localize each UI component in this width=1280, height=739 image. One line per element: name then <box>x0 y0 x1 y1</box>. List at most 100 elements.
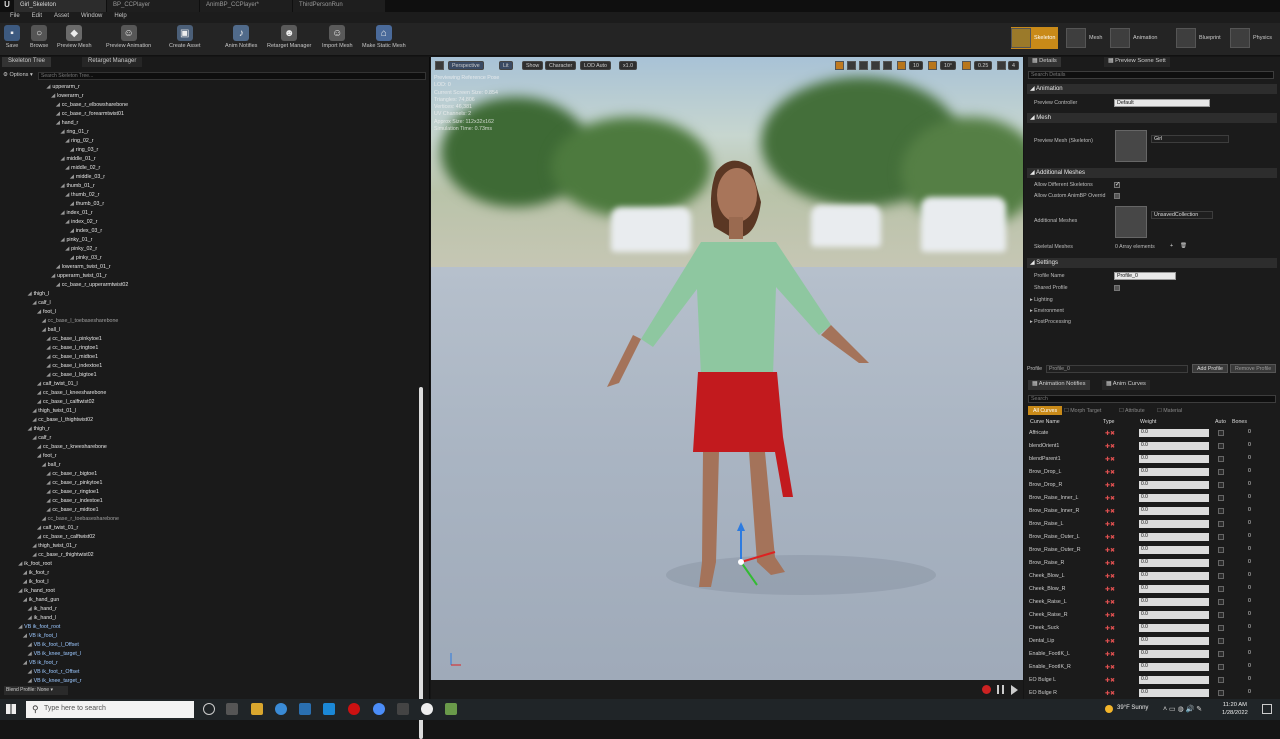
expand-arrow-icon[interactable]: ◢ <box>42 516 46 522</box>
curve-row[interactable]: Enable_FootIK_R ✚✖ 0.0 0 <box>1027 661 1277 674</box>
trash-icon[interactable]: 🗑 <box>1180 243 1187 249</box>
allow-different-skeletons-checkbox[interactable] <box>1114 181 1120 188</box>
bone-row[interactable]: ◢ VB ik_foot_root <box>18 624 60 633</box>
rotation-snap-icon[interactable] <box>928 61 937 70</box>
bone-row[interactable]: ◢ cc_base_r_upperarmtwist02 <box>56 282 129 291</box>
curve-row[interactable]: blendParent1 ✚✖ 0.0 0 <box>1027 453 1277 466</box>
curve-weight-slider[interactable]: 0.0 <box>1139 611 1209 619</box>
curve-weight-slider[interactable]: 0.0 <box>1139 572 1209 580</box>
bone-row[interactable]: ◢ VB ik_knee_target_l <box>28 651 82 660</box>
bone-row[interactable]: ◢ hand_r <box>56 120 79 129</box>
terminal-icon[interactable] <box>397 703 409 715</box>
expand-arrow-icon[interactable]: ◢ <box>46 345 50 351</box>
menu-window[interactable]: Window <box>75 12 108 23</box>
make-static-mesh-button[interactable]: ⌂ Make Static Mesh <box>362 25 406 54</box>
col-auto[interactable]: Auto <box>1215 419 1226 425</box>
additional-meshes-thumbnail[interactable] <box>1115 206 1147 238</box>
filter-material[interactable]: ☐ Material <box>1157 408 1182 414</box>
expand-arrow-icon[interactable]: ◢ <box>32 552 36 558</box>
bone-row[interactable]: ◢ ik_foot_root <box>18 561 52 570</box>
bone-row[interactable]: ◢ pinky_03_r <box>70 255 102 264</box>
weather-sun-icon[interactable] <box>1105 705 1113 713</box>
expand-arrow-icon[interactable]: ◢ <box>28 669 32 675</box>
bone-row[interactable]: ◢ cc_base_r_bigtoe1 <box>46 471 97 480</box>
bone-row[interactable]: ◢ cc_base_l_calftwist02 <box>37 399 95 408</box>
bone-row[interactable]: ◢ VB ik_foot_l <box>23 633 57 642</box>
mode-physics-button[interactable]: Physics <box>1230 27 1272 49</box>
curve-auto-checkbox[interactable] <box>1218 508 1224 514</box>
details-search-input[interactable]: Search Details <box>1028 71 1274 79</box>
bone-row[interactable]: ◢ cc_base_r_midtoe1 <box>46 507 98 516</box>
curve-type-icon[interactable]: ✚✖ <box>1105 534 1115 541</box>
expand-arrow-icon[interactable]: ◢ <box>37 381 41 387</box>
bone-row[interactable]: ◢ cc_base_l_thightwist02 <box>32 417 93 426</box>
tab-bp-ccplayer[interactable]: BP_CCPlayer <box>107 0 199 12</box>
preview-mesh-thumbnail[interactable] <box>1115 130 1147 162</box>
expand-arrow-icon[interactable]: ◢ <box>28 642 32 648</box>
curve-auto-checkbox[interactable] <box>1218 443 1224 449</box>
curve-type-icon[interactable]: ✚✖ <box>1105 521 1115 528</box>
expand-arrow-icon[interactable]: ◢ <box>28 678 32 684</box>
curve-auto-checkbox[interactable] <box>1218 469 1224 475</box>
expand-arrow-icon[interactable]: ◢ <box>46 507 50 513</box>
mode-blueprint-button[interactable]: Blueprint <box>1176 27 1221 49</box>
col-curve-name[interactable]: Curve Name <box>1030 419 1060 425</box>
bone-row[interactable]: ◢ cc_base_l_kneesharebone <box>37 390 106 399</box>
curve-row[interactable]: Cheek_Raise_L ✚✖ 0.0 0 <box>1027 596 1277 609</box>
expand-arrow-icon[interactable]: ◢ <box>65 246 69 252</box>
curve-weight-slider[interactable]: 0.0 <box>1139 455 1209 463</box>
curve-row[interactable]: Cheek_Suck ✚✖ 0.0 0 <box>1027 622 1277 635</box>
mode-skeleton-button[interactable]: Skeleton <box>1011 27 1059 49</box>
remove-profile-button[interactable]: Remove Profile <box>1230 364 1277 373</box>
curve-weight-slider[interactable]: 0.0 <box>1139 429 1209 437</box>
bone-row[interactable]: ◢ ik_hand_gun <box>23 597 59 606</box>
curve-weight-slider[interactable]: 0.0 <box>1139 689 1209 697</box>
blend-profile-dropdown[interactable]: Blend Profile: None ▾ <box>4 686 68 695</box>
mesh-section-header[interactable]: ◢ Mesh <box>1027 113 1277 123</box>
curve-weight-slider[interactable]: 0.0 <box>1139 546 1209 554</box>
grid-snap-icon[interactable] <box>897 61 906 70</box>
curve-type-icon[interactable]: ✚✖ <box>1105 560 1115 567</box>
bone-row[interactable]: ◢ cc_base_r_kneesharebone <box>37 444 107 453</box>
bone-row[interactable]: ◢ middle_03_r <box>70 174 105 183</box>
expand-arrow-icon[interactable]: ◢ <box>42 462 46 468</box>
curve-auto-checkbox[interactable] <box>1218 599 1224 605</box>
expand-arrow-icon[interactable]: ◢ <box>37 399 41 405</box>
curve-row[interactable]: Brow_Raise_L ✚✖ 0.0 0 <box>1027 518 1277 531</box>
curve-row[interactable]: Dental_Lip ✚✖ 0.0 0 <box>1027 635 1277 648</box>
profile-dropdown[interactable]: Profile_0 <box>1046 365 1188 373</box>
world-local-icon[interactable] <box>883 61 892 70</box>
expand-arrow-icon[interactable]: ◢ <box>37 453 41 459</box>
taskbar-clock[interactable]: 11:20 AM 1/28/2022 <box>1222 701 1248 717</box>
curve-type-icon[interactable]: ✚✖ <box>1105 482 1115 489</box>
curve-auto-checkbox[interactable] <box>1218 521 1224 527</box>
filter-morph-target[interactable]: ☐ Morph Target <box>1064 408 1101 414</box>
curve-weight-slider[interactable]: 0.0 <box>1139 507 1209 515</box>
expand-arrow-icon[interactable]: ◢ <box>23 597 27 603</box>
notification-icon[interactable] <box>1262 704 1272 714</box>
expand-arrow-icon[interactable]: ◢ <box>46 336 50 342</box>
mode-mesh-button[interactable]: Mesh <box>1066 27 1102 49</box>
col-type[interactable]: Type <box>1103 419 1114 425</box>
skeleton-search-input[interactable]: Search Skeleton Tree... <box>38 72 426 80</box>
curve-type-icon[interactable]: ✚✖ <box>1105 469 1115 476</box>
curve-auto-checkbox[interactable] <box>1218 573 1224 579</box>
curve-weight-slider[interactable]: 0.0 <box>1139 494 1209 502</box>
curve-auto-checkbox[interactable] <box>1218 690 1224 696</box>
preview-controller-dropdown[interactable]: Default <box>1114 99 1210 107</box>
bone-row[interactable]: ◢ ring_01_r <box>60 129 88 138</box>
curve-auto-checkbox[interactable] <box>1218 560 1224 566</box>
mail-icon[interactable] <box>299 703 311 715</box>
expand-arrow-icon[interactable]: ◢ <box>65 192 69 198</box>
tab-animbp-ccplayer[interactable]: AnimBP_CCPlayer* <box>200 0 292 12</box>
bone-row[interactable]: ◢ VB ik_foot_r_Offset <box>28 669 80 678</box>
expand-arrow-icon[interactable]: ◢ <box>60 237 64 243</box>
camera-speed-icon[interactable] <box>997 61 1006 70</box>
bone-row[interactable]: ◢ cc_base_r_elbowsharebone <box>56 102 128 111</box>
curve-type-icon[interactable]: ✚✖ <box>1105 430 1115 437</box>
bone-row[interactable]: ◢ ik_hand_r <box>28 606 57 615</box>
bone-row[interactable]: ◢ calf_twist_01_l <box>37 381 78 390</box>
expand-arrow-icon[interactable]: ◢ <box>46 480 50 486</box>
curve-auto-checkbox[interactable] <box>1218 625 1224 631</box>
curve-type-icon[interactable]: ✚✖ <box>1105 612 1115 619</box>
